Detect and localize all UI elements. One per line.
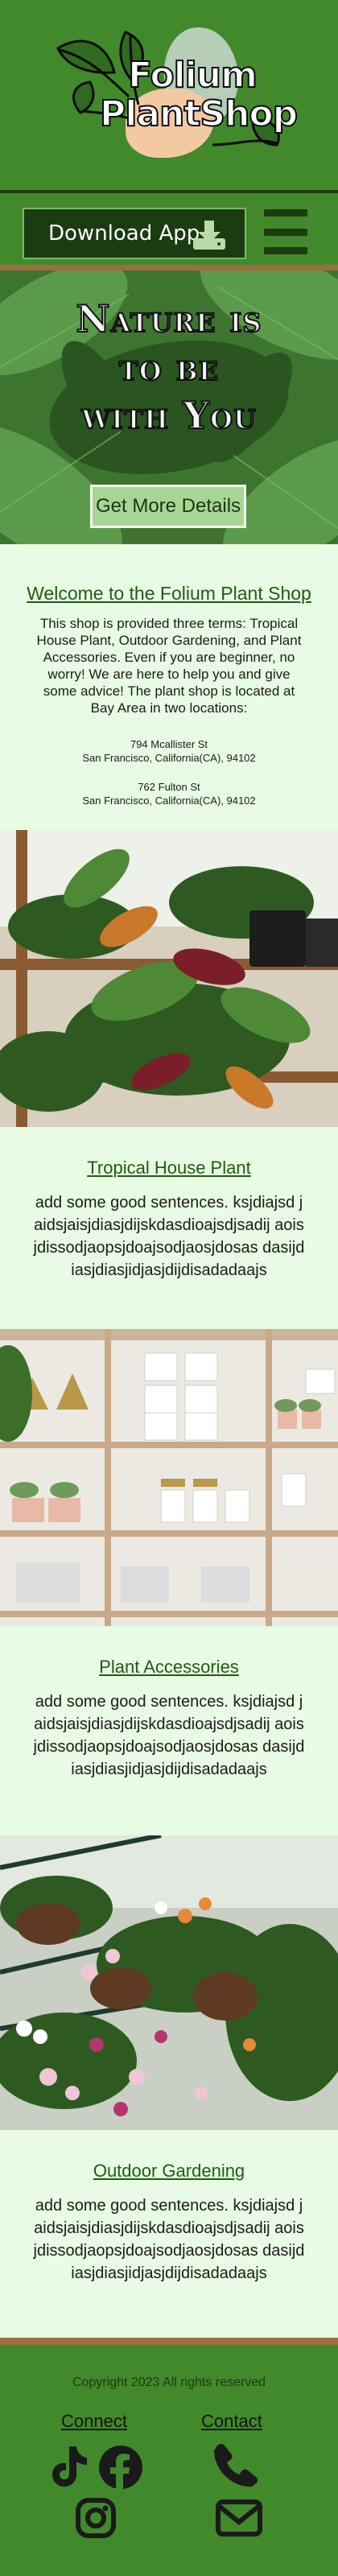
address-1-street: 794 Mcallister St: [130, 738, 208, 750]
menu-bar: [264, 228, 307, 236]
tiktok-icon[interactable]: [50, 2445, 89, 2487]
logo-line2: PlantShop: [99, 93, 299, 134]
section-title[interactable]: Plant Accessories: [0, 1657, 338, 1678]
tropical-plants-photo: [0, 830, 338, 1127]
site-footer: Copyright 2023 All rights reserved Conne…: [0, 2338, 338, 2576]
address-2-city: San Francisco, California(CA), 94102: [82, 795, 256, 807]
facebook-icon[interactable]: [98, 2445, 143, 2490]
instagram-icon[interactable]: [76, 2498, 116, 2538]
welcome-intro: This shop is provided three terms: Tropi…: [36, 616, 302, 716]
section-title[interactable]: Outdoor Gardening: [0, 2161, 338, 2182]
download-app-label: Download App: [48, 221, 200, 246]
welcome-section: Welcome to the Folium Plant Shop This sh…: [0, 544, 338, 830]
address-2-street: 762 Fulton St: [138, 781, 200, 793]
plant-accessories-section: Plant Accessories add some good sentence…: [0, 1626, 338, 1835]
outdoor-gardening-section: Outdoor Gardening add some good sentence…: [0, 2130, 338, 2338]
site-logo[interactable]: Folium PlantShop: [52, 24, 299, 165]
logo-line1: Folium: [127, 55, 258, 96]
section-title[interactable]: Tropical House Plant: [0, 1158, 338, 1179]
hero-title-line3: with You: [80, 393, 257, 438]
menu-bar: [264, 209, 307, 217]
section-text: add some good sentences. ksjdiajsd jaids…: [33, 1194, 305, 1279]
connect-link[interactable]: Connect: [61, 2411, 127, 2432]
hamburger-menu-icon[interactable]: [264, 209, 307, 254]
hero-title-line2: to be: [118, 345, 220, 390]
hero-title-line1: Nature is: [76, 296, 262, 341]
hero-title: Nature is to be with You: [0, 295, 338, 440]
welcome-title: Welcome to the Folium Plant Shop: [27, 583, 311, 604]
email-icon[interactable]: [216, 2500, 262, 2537]
outdoor-gardening-photo: [0, 1835, 338, 2130]
section-text: add some good sentences. ksjdiajsd jaids…: [33, 1693, 305, 1778]
hero-banner: Nature is to be with You Get More Detail…: [0, 270, 338, 544]
download-app-button[interactable]: Download App: [23, 208, 246, 259]
tropical-house-plant-section: Tropical House Plant add some good sente…: [0, 1127, 338, 1329]
address-1-city: San Francisco, California(CA), 94102: [82, 752, 256, 764]
section-text: add some good sentences. ksjdiajsd jaids…: [33, 2197, 305, 2282]
copyright-text: Copyright 2023 All rights reserved: [72, 2376, 266, 2389]
logo-wordmark: Folium PlantShop: [99, 55, 299, 134]
download-icon: [193, 221, 225, 250]
site-header: Folium PlantShop: [0, 0, 338, 190]
contact-link[interactable]: Contact: [201, 2411, 262, 2432]
plant-accessories-photo: [0, 1329, 338, 1626]
get-more-details-button[interactable]: Get More Details: [90, 485, 246, 528]
phone-icon[interactable]: [212, 2443, 258, 2487]
nav-bar: Download App: [0, 190, 338, 270]
menu-bar: [264, 247, 307, 254]
